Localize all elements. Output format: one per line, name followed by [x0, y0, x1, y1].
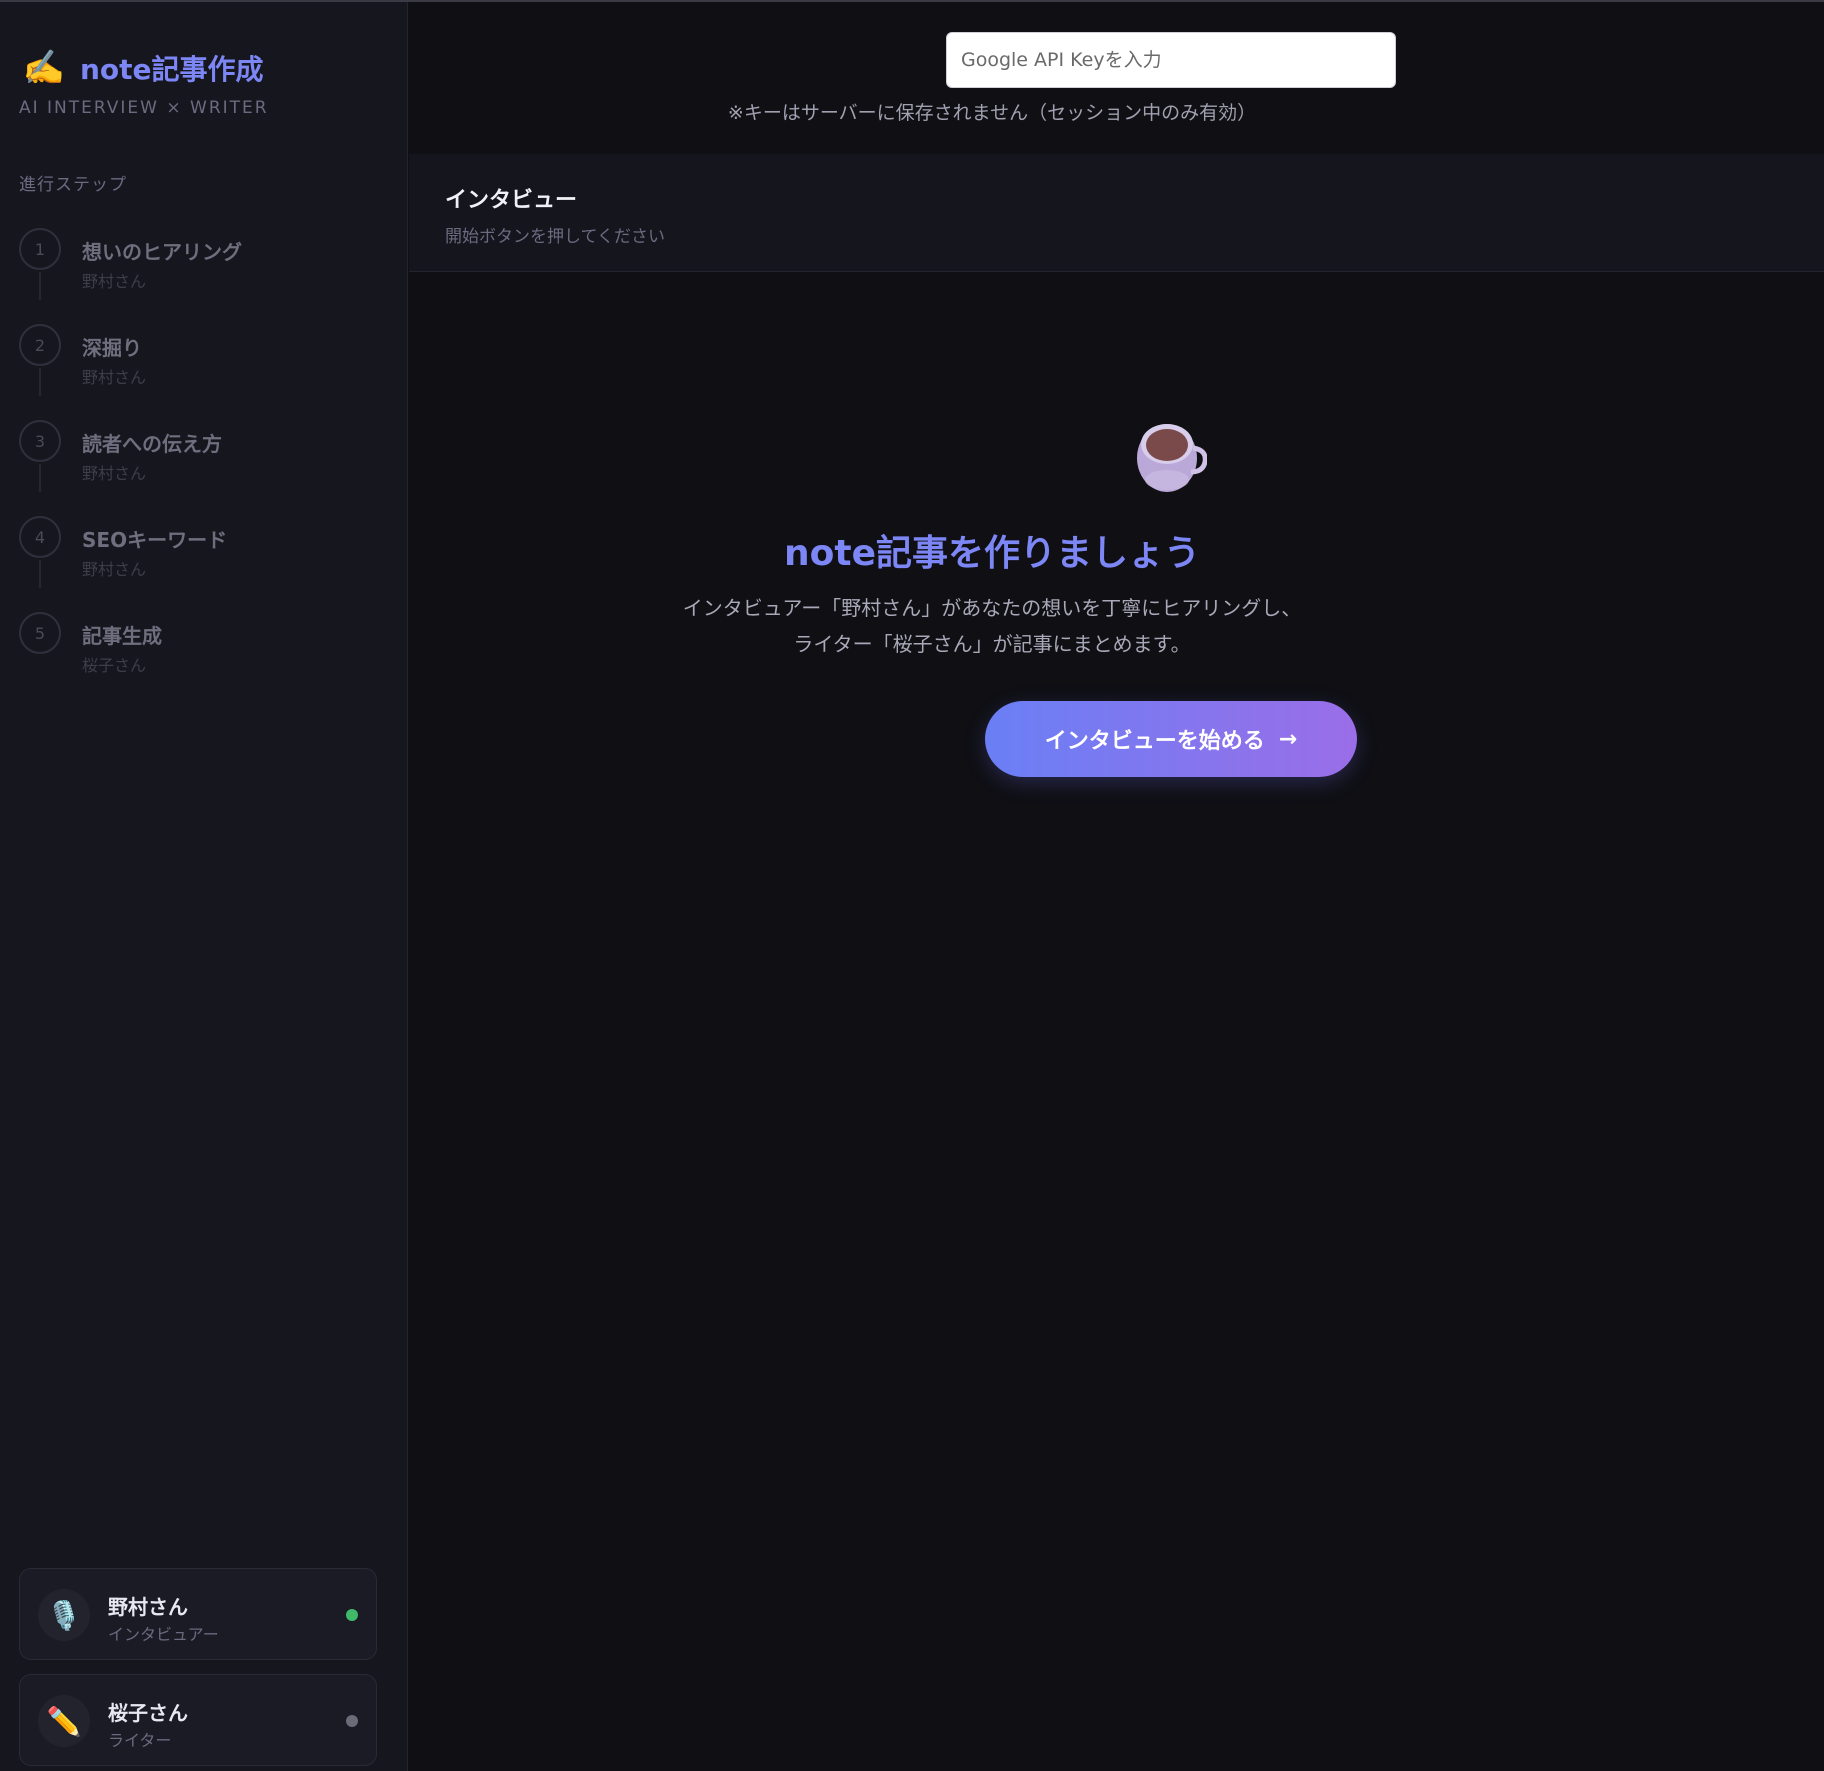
start-button-label: インタビューを始める [1044, 729, 1265, 754]
step-connector [39, 272, 41, 300]
step-connector [39, 368, 41, 396]
api-key-note: ※キーはサーバーに保存されません（セッション中のみ有効） [727, 102, 1257, 124]
step-4: 4 SEOキーワード 野村さん [19, 514, 389, 610]
step-list: 1 想いのヒアリング 野村さん 2 深掘り 野村さん 3 読者への伝え方 野村さ… [19, 226, 389, 706]
page-subtitle: 開始ボタンを押してください [445, 227, 665, 247]
app-root: ✍️ note記事作成 AI INTERVIEW × WRITER 進行ステップ… [0, 0, 1824, 1771]
tea-cup-icon [1137, 424, 1207, 492]
step-connector [39, 560, 41, 588]
main-content: note記事を作りましょう インタビュアー「野村さん」があなたの想いを丁寧にヒア… [409, 272, 1824, 1771]
agent-role: インタビュアー [108, 1625, 219, 1644]
topbar: ※キーはサーバーに保存されません（セッション中のみ有効） [409, 2, 1824, 154]
step-3: 3 読者への伝え方 野村さん [19, 418, 389, 514]
hero-description-line: インタビュアー「野村さん」があなたの想いを丁寧にヒアリングし、 [682, 596, 1302, 620]
step-1: 1 想いのヒアリング 野村さん [19, 226, 389, 322]
brand: ✍️ note記事作成 [22, 46, 264, 90]
status-dot [346, 1715, 358, 1727]
page-header: インタビュー 開始ボタンを押してください [409, 154, 1824, 272]
step-number: 1 [19, 228, 61, 270]
step-5: 5 記事生成 桜子さん [19, 610, 389, 706]
pencil-icon: ✏️ [38, 1695, 90, 1747]
step-number: 2 [19, 324, 61, 366]
hero-description-line: ライター「桜子さん」が記事にまとめます。 [793, 632, 1191, 656]
step-title: 読者への伝え方 [82, 432, 222, 456]
step-title: SEOキーワード [82, 528, 228, 552]
writing-hand-icon: ✍️ [22, 48, 66, 88]
agent-name: 野村さん [108, 1595, 188, 1619]
step-agent: 野村さん [82, 560, 147, 579]
sidebar: ✍️ note記事作成 AI INTERVIEW × WRITER 進行ステップ… [0, 2, 408, 1771]
agent-card-writer: ✏️ 桜子さん ライター [19, 1674, 377, 1766]
steps-section-label: 進行ステップ [19, 175, 127, 195]
agent-card-interviewer: 🎙️ 野村さん インタビュアー [19, 1568, 377, 1660]
api-key-input[interactable] [946, 32, 1396, 88]
step-agent: 野村さん [82, 368, 147, 387]
agent-role: ライター [108, 1731, 172, 1750]
microphone-icon: 🎙️ [38, 1589, 90, 1641]
brand-subtitle: AI INTERVIEW × WRITER [19, 98, 269, 118]
step-title: 想いのヒアリング [82, 240, 242, 264]
step-2: 2 深掘り 野村さん [19, 322, 389, 418]
step-agent: 桜子さん [82, 656, 147, 675]
brand-title: note記事作成 [80, 53, 264, 86]
hero-title: note記事を作りましょう [784, 533, 1200, 574]
step-agent: 野村さん [82, 464, 147, 483]
step-number: 5 [19, 612, 61, 654]
step-title: 記事生成 [82, 624, 162, 648]
step-number: 3 [19, 420, 61, 462]
agent-name: 桜子さん [108, 1701, 188, 1725]
arrow-right-icon: → [1278, 726, 1298, 752]
page-title: インタビュー [445, 188, 578, 213]
step-title: 深掘り [82, 336, 142, 360]
step-connector [39, 464, 41, 492]
step-number: 4 [19, 516, 61, 558]
start-interview-button[interactable]: インタビューを始める → [985, 701, 1357, 777]
step-agent: 野村さん [82, 272, 147, 291]
status-dot [346, 1609, 358, 1621]
hero-description: インタビュアー「野村さん」があなたの想いを丁寧にヒアリングし、 ライター「桜子さ… [409, 590, 1575, 662]
